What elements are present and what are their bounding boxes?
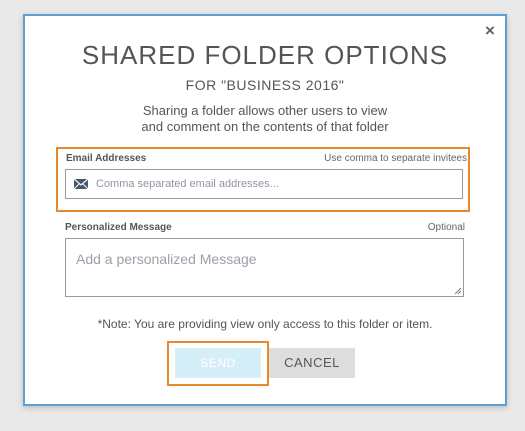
dialog-description: Sharing a folder allows other users to v…	[25, 103, 505, 135]
email-placeholder: Comma separated email addresses...	[96, 178, 279, 190]
access-note: *Note: You are providing view only acces…	[97, 317, 433, 331]
shared-folder-dialog: × SHARED FOLDER OPTIONS FOR "BUSINESS 20…	[23, 14, 507, 406]
message-placeholder: Add a personalized Message	[76, 251, 257, 267]
email-label: Email Addresses	[66, 153, 147, 164]
resize-grip-icon[interactable]	[454, 287, 461, 294]
mail-icon	[74, 179, 88, 189]
send-button[interactable]: SEND	[175, 348, 261, 378]
message-hint: Optional	[427, 222, 465, 233]
description-line-1: Sharing a folder allows other users to v…	[142, 103, 388, 118]
cancel-button[interactable]: CANCEL	[269, 348, 355, 378]
email-field[interactable]: Comma separated email addresses...	[65, 169, 463, 199]
description-line-2: and comment on the contents of that fold…	[141, 119, 389, 134]
dialog-title: SHARED FOLDER OPTIONS	[81, 40, 449, 70]
dialog-subtitle: FOR "BUSINESS 2016"	[185, 77, 345, 93]
message-label: Personalized Message	[65, 222, 172, 233]
close-icon[interactable]: ×	[481, 22, 499, 40]
email-hint: Use comma to separate invitees	[324, 153, 467, 164]
personalized-message-textarea[interactable]: Add a personalized Message	[65, 238, 464, 297]
